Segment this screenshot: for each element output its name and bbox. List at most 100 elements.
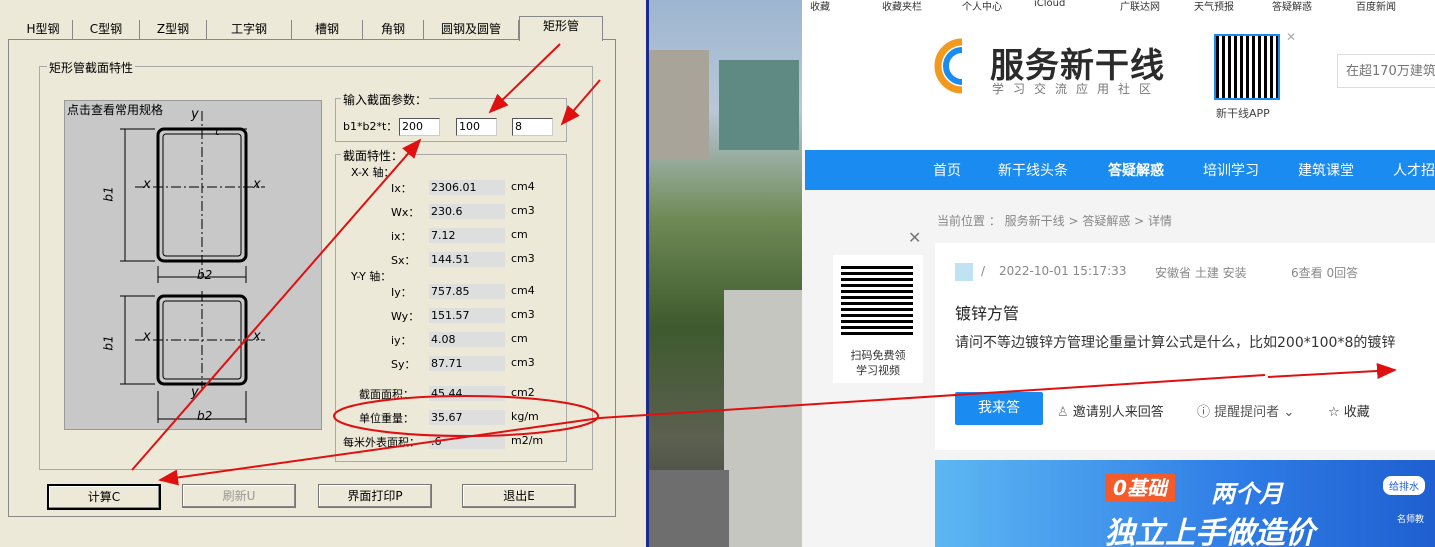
- user-avatar[interactable]: [955, 263, 973, 281]
- meta-slash: /: [981, 264, 986, 278]
- section-diagram[interactable]: 点击查看常用规格 y t x x b1 b2 x x b1 y b2: [64, 100, 322, 430]
- invite-label: 邀请别人来回答: [1072, 405, 1164, 420]
- bookmark-favorites-bar[interactable]: 收藏夹栏: [882, 0, 922, 13]
- ry-unit: cm: [511, 332, 528, 345]
- bookmark-weather[interactable]: 天气预报: [1194, 0, 1234, 13]
- post-body: 请问不等边镀锌方管理论重量计算公式是什么，比如200*100*8的镀锌: [955, 335, 1396, 351]
- tab-panel: 矩形管截面特性 点击查看常用规格 y t x x b1 b2 x x b1 y …: [8, 39, 616, 517]
- sx-unit: cm3: [511, 252, 535, 265]
- input-group-title: 输入截面参数：: [341, 91, 430, 108]
- qr-side-card: 扫码免费领 学习视频: [833, 255, 923, 383]
- print-button[interactable]: 界面打印P: [318, 484, 432, 508]
- banner-line2: 独立上手做造价: [1105, 516, 1315, 547]
- ad-banner[interactable]: 0基础 两个月 独立上手做造价 给排水 名师教: [935, 460, 1435, 547]
- ry-label: iy：: [391, 334, 412, 347]
- bookmark-favorites[interactable]: 收藏: [810, 0, 830, 13]
- collect-link[interactable]: ☆ 收藏: [1328, 401, 1370, 420]
- bookmark-icloud[interactable]: iCloud: [1034, 0, 1065, 9]
- sy-label: Sy：: [391, 358, 416, 371]
- tab-c-steel[interactable]: C型钢: [73, 20, 140, 39]
- label-b1-bottom: b1: [101, 335, 116, 351]
- rx-unit: cm: [511, 228, 528, 241]
- xx-axis-label: X-X 轴：: [351, 166, 395, 179]
- browser-page: 收藏 收藏夹栏 个人中心 iCloud 广联达网 天气预报 答疑解惑 百度新闻 …: [802, 0, 1435, 547]
- user-icon: ♙: [1057, 405, 1069, 420]
- nav-classroom[interactable]: 建筑课堂: [1298, 160, 1354, 180]
- label-x-right: x: [253, 177, 261, 192]
- qr-caption-1: 扫码免费领: [850, 349, 906, 362]
- side-qr-code: [841, 263, 913, 335]
- nav-headlines[interactable]: 新干线头条: [998, 160, 1068, 180]
- tab-z-steel[interactable]: Z型钢: [140, 20, 207, 39]
- calculate-button[interactable]: 计算C: [47, 484, 161, 510]
- wx-value: 230.6: [429, 204, 505, 219]
- wx-label: Wx：: [391, 206, 420, 219]
- bookmark-personal[interactable]: 个人中心: [962, 0, 1002, 13]
- site-header: 服务新干线 学习交流应用社区 ✕ 新干线APP: [802, 14, 1435, 150]
- exit-button[interactable]: 退出E: [462, 484, 576, 508]
- t-input[interactable]: 8: [512, 118, 553, 136]
- info-icon: ⓘ: [1197, 405, 1211, 420]
- site-logo-subtitle: 学习交流应用社区: [992, 82, 1161, 96]
- background-photo: [646, 0, 805, 547]
- surface-label: 每米外表面积：: [343, 436, 420, 449]
- label-x-left-2: x: [143, 329, 151, 344]
- iy-value: 757.85: [429, 284, 505, 299]
- banner-badge: 给排水: [1383, 476, 1425, 495]
- rx-label: ix：: [391, 230, 412, 243]
- weight-label: 单位重量：: [359, 412, 414, 425]
- refresh-button[interactable]: 刷新U: [182, 484, 296, 508]
- post-time: 2022-10-01 15:17:33: [999, 264, 1127, 278]
- tab-angle-steel[interactable]: 角钢: [363, 20, 424, 39]
- banner-line1: 两个月: [1211, 480, 1283, 508]
- label-x-right-2: x: [253, 329, 261, 344]
- building-left: [649, 50, 709, 160]
- nav-jobs[interactable]: 人才招: [1393, 160, 1435, 180]
- post-location: 安徽省 土建 安装: [1155, 266, 1247, 280]
- wy-unit: cm3: [511, 308, 535, 321]
- sy-value: 87.71: [429, 356, 505, 371]
- collect-label: 收藏: [1343, 405, 1370, 420]
- remind-link[interactable]: ⓘ 提醒提问者 ⌄: [1197, 401, 1294, 420]
- label-b2-bottom: b2: [197, 409, 213, 423]
- nav-training[interactable]: 培训学习: [1203, 160, 1259, 180]
- bookmark-glodon[interactable]: 广联达网: [1120, 0, 1160, 13]
- wx-unit: cm3: [511, 204, 535, 217]
- tab-rect-tube[interactable]: 矩形管: [519, 16, 603, 41]
- question-card: / 2022-10-01 15:17:33 安徽省 土建 安装 6查看 0回答 …: [935, 243, 1435, 450]
- invite-link[interactable]: ♙ 邀请别人来回答: [1057, 401, 1164, 420]
- tab-round-steel[interactable]: 圆钢及圆管: [424, 20, 519, 39]
- nav-qa[interactable]: 答疑解惑: [1108, 160, 1164, 180]
- wy-value: 151.57: [429, 308, 505, 323]
- section-group-title: 矩形管截面特性: [47, 59, 136, 76]
- iy-unit: cm4: [511, 284, 535, 297]
- bookmark-baidu-news[interactable]: 百度新闻: [1356, 0, 1396, 13]
- app-qr-code: [1214, 34, 1280, 100]
- rx-value: 7.12: [429, 228, 505, 243]
- b2-input[interactable]: 100: [456, 118, 497, 136]
- bookmark-bar: 收藏 收藏夹栏 个人中心 iCloud 广联达网 天气预报 答疑解惑 百度新闻: [802, 0, 1435, 14]
- bookmark-qa[interactable]: 答疑解惑: [1272, 0, 1312, 13]
- road: [649, 470, 729, 547]
- b1-input[interactable]: 200: [399, 118, 440, 136]
- banner-small: 名师教: [1397, 515, 1425, 525]
- tab-i-beam[interactable]: 工字钢: [207, 20, 292, 39]
- label-y-bottom: y: [191, 385, 199, 400]
- tab-channel-steel[interactable]: 槽钢: [292, 20, 363, 39]
- post-title: 镀锌方管: [955, 304, 1020, 323]
- tab-h-steel[interactable]: H型钢: [14, 20, 73, 39]
- ix-value: 2306.01: [429, 180, 505, 195]
- surface-value: .6: [429, 434, 505, 449]
- close-qr-icon[interactable]: ✕: [908, 228, 921, 247]
- chevron-down-icon: ⌄: [1283, 405, 1295, 420]
- sy-unit: cm3: [511, 356, 535, 369]
- section-drawing: [120, 111, 265, 423]
- area-value: 45.44: [429, 386, 505, 401]
- site-search-input[interactable]: [1337, 54, 1435, 88]
- answer-button[interactable]: 我来答: [955, 392, 1043, 425]
- iy-label: Iy：: [391, 286, 412, 299]
- close-icon[interactable]: ✕: [1286, 30, 1296, 44]
- site-logo-icon[interactable]: [932, 36, 972, 96]
- weight-value: 35.67: [429, 410, 505, 425]
- nav-home[interactable]: 首页: [933, 160, 961, 180]
